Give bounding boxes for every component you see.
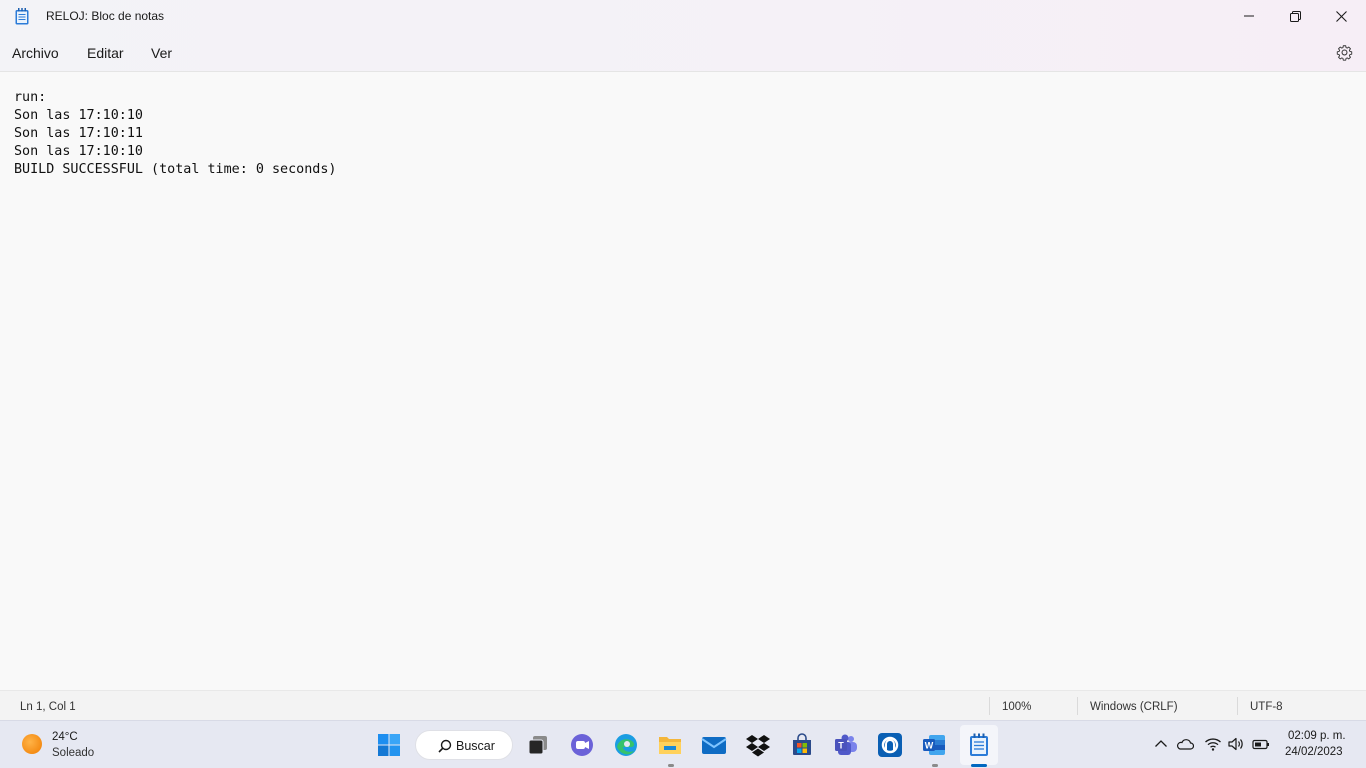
start-icon <box>378 734 400 756</box>
gear-icon[interactable] <box>1336 44 1353 61</box>
status-divider <box>1237 697 1238 715</box>
status-bar: Ln 1, Col 1 100% Windows (CRLF) UTF-8 <box>0 690 1366 720</box>
svg-text:W: W <box>925 741 934 751</box>
restore-icon <box>1289 10 1301 22</box>
edge-button[interactable] <box>612 731 640 759</box>
cursor-position: Ln 1, Col 1 <box>20 701 76 713</box>
task-view-icon <box>528 736 547 755</box>
editor-line: BUILD SUCCESSFUL (total time: 0 seconds) <box>14 162 337 177</box>
close-icon <box>1335 10 1347 22</box>
search-label: Buscar <box>456 739 495 753</box>
title-bar[interactable]: RELOJ: Bloc de notas <box>0 0 1366 32</box>
word-button[interactable]: W <box>920 731 948 759</box>
line-ending: Windows (CRLF) <box>1090 701 1178 713</box>
taskbar-search[interactable]: Buscar <box>415 730 513 760</box>
status-divider <box>989 697 990 715</box>
dropbox-icon <box>746 735 770 757</box>
notepad-button[interactable] <box>965 731 993 759</box>
text-editor[interactable]: run: Son las 17:10:10 Son las 17:10:11 S… <box>0 72 1366 690</box>
menu-editar[interactable]: Editar <box>87 45 124 61</box>
word-icon: W <box>923 735 945 755</box>
restore-button[interactable] <box>1272 0 1318 32</box>
clock-time: 02:09 p. m. <box>1288 730 1346 742</box>
teams-icon: T <box>835 734 857 755</box>
app-icon <box>878 733 902 757</box>
clock-date: 24/02/2023 <box>1285 746 1343 758</box>
taskbar: 24°C Soleado Buscar T W 02:09 p. m. 24/0… <box>0 720 1366 768</box>
onedrive-icon[interactable] <box>1176 735 1195 753</box>
editor-content[interactable]: run: Son las 17:10:10 Son las 17:10:11 S… <box>14 89 336 179</box>
start-button[interactable] <box>375 731 403 759</box>
dropbox-button[interactable] <box>744 731 772 759</box>
editor-line: Son las 17:10:11 <box>14 126 143 141</box>
close-button[interactable] <box>1318 0 1364 32</box>
running-indicator <box>932 764 938 767</box>
editor-line: Son las 17:10:10 <box>14 144 143 159</box>
mail-button[interactable] <box>700 731 728 759</box>
search-icon <box>438 739 452 753</box>
notepad-icon <box>15 8 29 25</box>
encoding: UTF-8 <box>1250 701 1283 713</box>
store-button[interactable] <box>788 731 816 759</box>
window-title: RELOJ: Bloc de notas <box>46 9 165 23</box>
chevron-up-icon[interactable] <box>1152 735 1170 753</box>
volume-icon[interactable] <box>1227 735 1245 753</box>
editor-line: run: <box>14 90 47 105</box>
running-indicator <box>668 764 674 767</box>
battery-icon[interactable] <box>1252 735 1270 753</box>
edge-icon <box>615 734 637 756</box>
notepad-icon <box>970 733 988 756</box>
file-explorer-button[interactable] <box>656 731 684 759</box>
chat-icon <box>571 734 593 756</box>
menu-archivo[interactable]: Archivo <box>12 45 59 61</box>
sun-icon <box>22 734 42 754</box>
app-button[interactable] <box>876 731 904 759</box>
task-view-button[interactable] <box>524 731 552 759</box>
minimize-icon <box>1244 15 1254 17</box>
weather-temp: 24°C <box>52 731 78 743</box>
wifi-icon[interactable] <box>1204 735 1222 753</box>
editor-line: Son las 17:10:10 <box>14 108 143 123</box>
teams-button[interactable]: T <box>832 731 860 759</box>
chat-button[interactable] <box>568 731 596 759</box>
zoom-level: 100% <box>1002 701 1032 713</box>
status-divider <box>1077 697 1078 715</box>
svg-text:T: T <box>838 741 844 751</box>
minimize-button[interactable] <box>1226 0 1272 32</box>
menu-ver[interactable]: Ver <box>151 45 172 61</box>
store-icon <box>793 733 811 755</box>
active-indicator <box>971 764 987 767</box>
file-explorer-icon <box>659 737 681 754</box>
menu-bar: Archivo Editar Ver <box>0 32 1366 72</box>
weather-condition: Soleado <box>52 747 95 759</box>
mail-icon <box>701 737 727 754</box>
